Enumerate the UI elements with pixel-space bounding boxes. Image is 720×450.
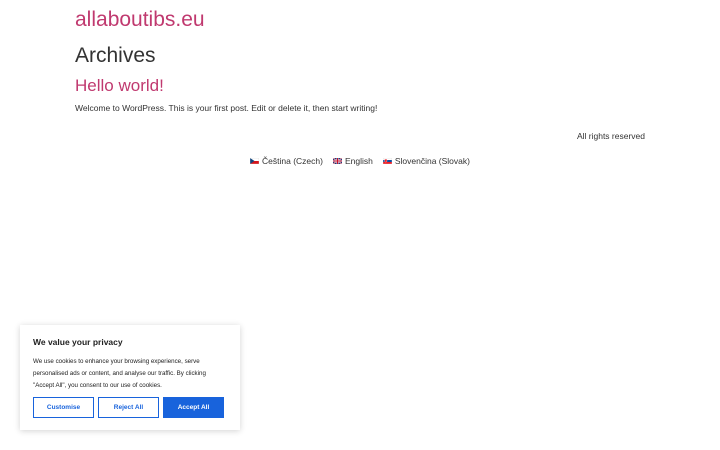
post-excerpt: Welcome to WordPress. This is your first… <box>75 103 378 113</box>
accept-all-button[interactable]: Accept All <box>163 397 224 418</box>
language-item-english[interactable]: English <box>332 154 373 168</box>
language-switcher: Čeština (Czech) English Slovenčina (Slov… <box>0 154 720 168</box>
cookie-banner-text: We use cookies to enhance your browsing … <box>33 358 206 389</box>
site-title-link[interactable]: allaboutibs.eu <box>75 5 205 35</box>
language-item-czech[interactable]: Čeština (Czech) <box>250 154 323 168</box>
language-label-english: English <box>344 156 373 166</box>
footer-copyright: All rights reserved <box>576 131 645 141</box>
post-title-link[interactable]: Hello world! <box>75 73 164 99</box>
cookie-consent-banner: We value your privacy We use cookies to … <box>20 325 240 430</box>
page: allaboutibs.eu Archives Hello world! Wel… <box>0 0 720 450</box>
cookie-banner-title: We value your privacy <box>33 337 123 347</box>
czech-flag-icon <box>250 158 260 164</box>
cookie-button-row: Customise Reject All Accept All <box>33 397 224 418</box>
language-label-slovak: Slovenčina (Slovak) <box>394 156 470 166</box>
language-label-czech: Čeština (Czech) <box>262 156 323 166</box>
slovak-flag-icon <box>382 158 392 164</box>
customise-button[interactable]: Customise <box>33 397 94 418</box>
language-item-slovak[interactable]: Slovenčina (Slovak) <box>382 154 470 168</box>
reject-all-button[interactable]: Reject All <box>98 397 159 418</box>
uk-flag-icon <box>332 158 342 164</box>
page-title: Archives <box>75 44 156 67</box>
